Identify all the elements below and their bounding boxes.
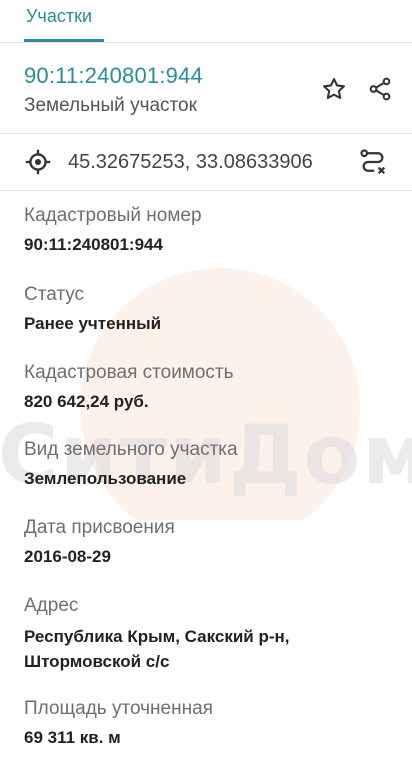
field-value[interactable]: 90:11:240801:944	[24, 234, 394, 256]
coordinates-divider	[0, 190, 412, 191]
field-value: 2016-08-29	[24, 547, 111, 566]
favorite-button[interactable]	[318, 73, 350, 105]
field-land-use: Вид земельного участка Землепользование	[24, 438, 394, 490]
field-area: Площадь уточненная 69 311 кв. м	[24, 697, 394, 749]
tab-parcels-label: Участки	[26, 6, 92, 26]
share-icon	[369, 77, 391, 101]
coordinates-row[interactable]: 45.32675253, 33.08633906	[0, 134, 412, 190]
share-button[interactable]	[364, 73, 396, 105]
field-address: Адрес Республика Крым, Сакский р-н, Штор…	[24, 594, 394, 674]
field-cadastral-number: Кадастровый номер 90:11:240801:944	[24, 204, 394, 256]
gps-target-icon	[25, 149, 51, 175]
field-cadastral-value: Кадастровая стоимость 820 642,24 руб.	[24, 361, 394, 413]
field-value: Ранее учтенный	[24, 314, 162, 333]
field-value: 820 642,24 руб.	[24, 392, 149, 411]
field-label: Вид земельного участка	[24, 439, 238, 460]
field-label: Кадастровый номер	[24, 205, 202, 226]
coordinates-text: 45.32675253, 33.08633906	[68, 151, 313, 173]
parcel-type: Земельный участок	[24, 95, 197, 116]
field-label: Кадастровая стоимость	[24, 362, 234, 383]
field-value: 69 311 кв. м	[24, 728, 121, 747]
field-value: Землепользование	[24, 469, 187, 488]
field-label: Дата присвоения	[24, 517, 175, 538]
field-label: Адрес	[24, 595, 79, 616]
address-line-2: Штормовской с/с	[24, 652, 170, 671]
parcel-header: 90:11:240801:944 Земельный участок	[0, 43, 412, 133]
route-icon[interactable]	[358, 147, 388, 177]
field-value[interactable]: Республика Крым, Сакский р-н, Штормовско…	[24, 624, 394, 674]
star-outline-icon	[323, 78, 345, 100]
field-assign-date: Дата присвоения 2016-08-29	[24, 516, 394, 568]
field-status: Статус Ранее учтенный	[24, 283, 394, 335]
parcel-id[interactable]: 90:11:240801:944	[24, 63, 203, 89]
field-label: Площадь уточненная	[24, 698, 213, 719]
address-line-1: Республика Крым, Сакский р-н,	[24, 627, 290, 646]
tab-bar: Участки	[0, 0, 412, 42]
tab-parcels[interactable]: Участки	[24, 4, 104, 42]
field-label: Статус	[24, 284, 85, 305]
